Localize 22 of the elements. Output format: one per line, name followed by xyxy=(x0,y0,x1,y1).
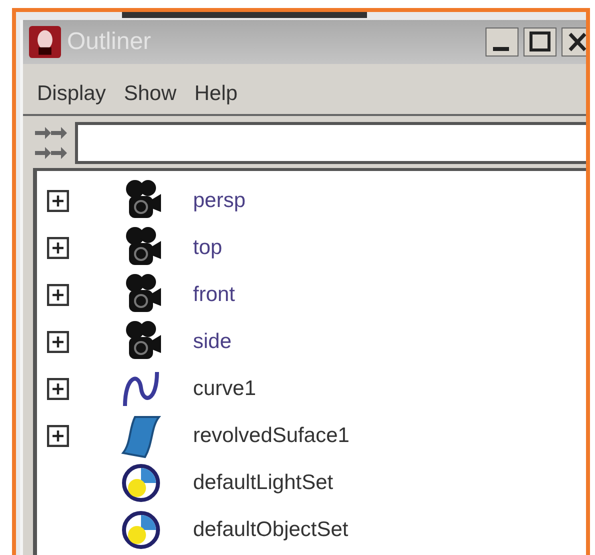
menu-item[interactable]: Display xyxy=(37,82,106,106)
app-icon xyxy=(29,26,61,58)
expand-icon[interactable] xyxy=(47,190,69,212)
expand-icon[interactable] xyxy=(47,236,69,258)
close-icon[interactable] xyxy=(561,27,586,57)
expand-icon[interactable] xyxy=(47,424,69,446)
item-label[interactable]: curve1 xyxy=(193,376,256,400)
expand-icon[interactable] xyxy=(47,378,69,400)
expand-icon[interactable] xyxy=(47,284,69,306)
item-label[interactable]: defaultLightSet xyxy=(193,470,334,494)
item-label[interactable]: defaultObjectSet xyxy=(193,518,348,542)
item-label[interactable]: persp xyxy=(193,188,246,212)
item-label[interactable]: front xyxy=(193,282,236,306)
expand-icon[interactable] xyxy=(47,330,69,352)
item-label[interactable]: side xyxy=(193,330,232,354)
menu-item[interactable]: Show xyxy=(124,82,176,106)
minimize-icon[interactable] xyxy=(485,27,519,57)
item-label[interactable]: top xyxy=(193,236,222,260)
filter-field[interactable] xyxy=(75,122,586,164)
item-label[interactable]: revolvedSuface1 xyxy=(193,424,350,448)
maximize-icon[interactable] xyxy=(523,27,557,57)
menu-item[interactable]: Help xyxy=(194,82,238,106)
